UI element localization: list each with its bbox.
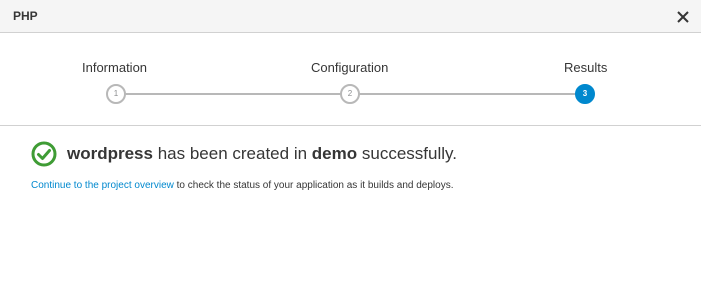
- check-circle-icon: [31, 141, 57, 167]
- step-circle-1[interactable]: 1: [106, 84, 126, 104]
- project-overview-link[interactable]: Continue to the project overview: [31, 180, 174, 191]
- project-name: demo: [311, 144, 358, 163]
- close-button[interactable]: [673, 7, 693, 27]
- result-message: wordpress has been created in demo succe…: [31, 141, 691, 171]
- step-label-configuration: Configuration: [311, 60, 389, 75]
- dialog-title: PHP: [13, 9, 38, 23]
- step-circle-2[interactable]: 2: [340, 84, 360, 104]
- info-rest-text: to check the status of your application …: [176, 180, 454, 191]
- result-end-text: successfully.: [361, 144, 457, 163]
- close-icon: [677, 11, 689, 23]
- step-circle-3: 3: [575, 84, 595, 104]
- result-middle-text: has been created in: [157, 144, 308, 163]
- app-name: wordpress: [67, 144, 153, 163]
- step-label-information: Information: [82, 60, 148, 75]
- wizard-steps: Information Configuration Results 1 2 3: [0, 33, 701, 126]
- step-label-results: Results: [564, 60, 608, 75]
- success-text: wordpress has been created in demo succe…: [67, 144, 457, 164]
- next-steps-text: Continue to the project overview to chec…: [31, 180, 453, 191]
- dialog-header: PHP: [0, 0, 701, 33]
